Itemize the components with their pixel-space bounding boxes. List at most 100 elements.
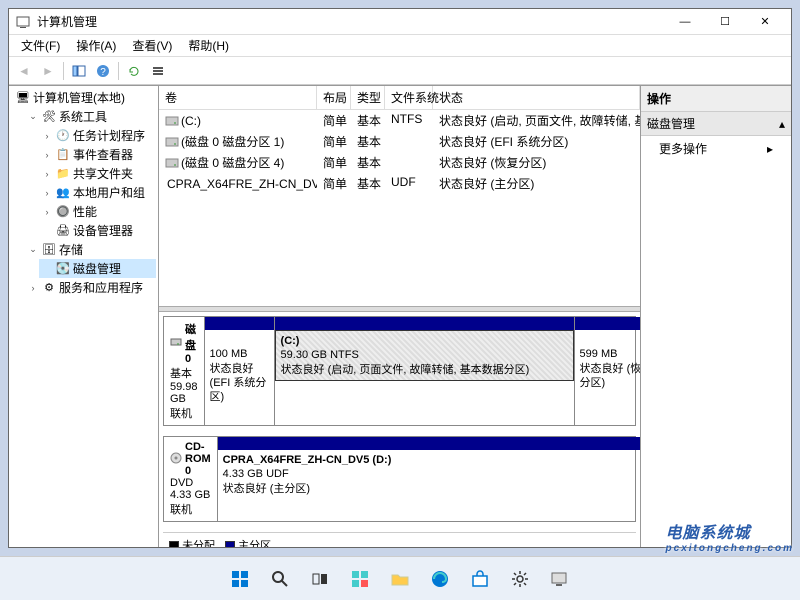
forward-button[interactable]: ► xyxy=(37,60,59,82)
tree-performance[interactable]: ›🔘性能 xyxy=(39,202,156,221)
titlebar[interactable]: 计算机管理 — ☐ ✕ xyxy=(9,9,791,35)
submenu-icon: ▸ xyxy=(767,142,773,156)
computer-icon: 🖥 xyxy=(15,91,31,105)
menu-view[interactable]: 查看(V) xyxy=(124,35,180,56)
menu-file[interactable]: 文件(F) xyxy=(13,35,68,56)
help-button[interactable]: ? xyxy=(92,60,114,82)
partition[interactable]: CPRA_X64FRE_ZH-CN_DV5 (D:)4.33 GB UDF状态良… xyxy=(218,437,640,521)
nav-tree-pane: 🖥计算机管理(本地) ⌄🛠系统工具 ›🕐任务计划程序 ›📋事件查看器 ›📁共享文… xyxy=(9,86,159,547)
expand-icon[interactable]: › xyxy=(27,283,39,293)
center-pane: 卷 布局 类型 文件系统 状态 (C:)简单基本NTFS状态良好 (启动, 页面… xyxy=(159,86,641,547)
search-icon[interactable] xyxy=(263,562,297,596)
col-type[interactable]: 类型 xyxy=(351,86,385,109)
tree-local-users[interactable]: ›👥本地用户和组 xyxy=(39,183,156,202)
start-button[interactable] xyxy=(223,562,257,596)
show-hide-tree-button[interactable] xyxy=(68,60,90,82)
refresh-button[interactable] xyxy=(123,60,145,82)
expand-icon[interactable]: › xyxy=(41,207,53,217)
settings-list-button[interactable] xyxy=(147,60,169,82)
tree-device-manager[interactable]: 🖨设备管理器 xyxy=(39,221,156,240)
volume-row[interactable]: (磁盘 0 磁盘分区 1)简单基本状态良好 (EFI 系统分区) xyxy=(159,131,640,152)
partition[interactable]: 599 MB状态良好 (恢复分区) xyxy=(575,317,640,425)
partition-stripe xyxy=(205,317,274,330)
back-button[interactable]: ◄ xyxy=(13,60,35,82)
perf-icon: 🔘 xyxy=(55,205,71,219)
body-panes: 🖥计算机管理(本地) ⌄🛠系统工具 ›🕐任务计划程序 ›📋事件查看器 ›📁共享文… xyxy=(9,85,791,547)
tree-shared-folders[interactable]: ›📁共享文件夹 xyxy=(39,164,156,183)
drive-icon xyxy=(165,115,179,127)
settings-icon[interactable] xyxy=(503,562,537,596)
volume-row[interactable]: (磁盘 0 磁盘分区 4)简单基本状态良好 (恢复分区) xyxy=(159,152,640,173)
actions-pane: 操作 磁盘管理▴ 更多操作▸ xyxy=(641,86,791,547)
services-icon: ⚙ xyxy=(41,281,57,295)
collapse-icon[interactable]: ⌄ xyxy=(27,111,39,122)
minimize-button[interactable]: — xyxy=(665,9,705,35)
tree-root[interactable]: 🖥计算机管理(本地) xyxy=(11,88,156,107)
expand-icon[interactable]: › xyxy=(41,131,53,141)
volume-row[interactable]: (C:)简单基本NTFS状态良好 (启动, 页面文件, 故障转储, 基本数据分区… xyxy=(159,110,640,131)
users-icon: 👥 xyxy=(55,186,71,200)
close-button[interactable]: ✕ xyxy=(745,9,785,35)
device-icon: 🖨 xyxy=(55,224,71,238)
tools-icon: 🛠 xyxy=(41,110,57,124)
tree-task-scheduler[interactable]: ›🕐任务计划程序 xyxy=(39,126,156,145)
edge-icon[interactable] xyxy=(423,562,457,596)
expand-icon[interactable]: › xyxy=(41,169,53,179)
collapse-icon[interactable]: ⌄ xyxy=(27,244,39,255)
disk-info[interactable]: CD-ROM 0DVD4.33 GB联机 xyxy=(164,437,218,521)
expand-icon[interactable]: › xyxy=(41,188,53,198)
mmc-running-icon[interactable] xyxy=(543,562,577,596)
menu-action[interactable]: 操作(A) xyxy=(68,35,124,56)
event-icon: 📋 xyxy=(55,148,71,162)
actions-section[interactable]: 磁盘管理▴ xyxy=(641,112,791,136)
drive-icon xyxy=(165,157,179,169)
tree-event-viewer[interactable]: ›📋事件查看器 xyxy=(39,145,156,164)
folder-icon: 📁 xyxy=(55,167,71,181)
partition[interactable]: 100 MB状态良好 (EFI 系统分区) xyxy=(205,317,275,425)
tree-storage[interactable]: ⌄🗄存储 xyxy=(25,240,156,259)
app-icon xyxy=(15,14,31,30)
window-title: 计算机管理 xyxy=(37,13,97,30)
action-more[interactable]: 更多操作▸ xyxy=(641,136,791,161)
svg-text:?: ? xyxy=(100,67,106,78)
disk-row: 磁盘 0基本59.98 GB联机100 MB状态良好 (EFI 系统分区)(C:… xyxy=(163,316,636,426)
widgets-icon[interactable] xyxy=(343,562,377,596)
col-status[interactable]: 状态 xyxy=(433,86,640,109)
collapse-icon: ▴ xyxy=(779,117,785,131)
store-icon[interactable] xyxy=(463,562,497,596)
volume-header: 卷 布局 类型 文件系统 状态 xyxy=(159,86,640,110)
partition-stripe xyxy=(218,437,640,450)
legend: 未分配 主分区 xyxy=(163,532,636,547)
menubar: 文件(F) 操作(A) 查看(V) 帮助(H) xyxy=(9,35,791,57)
watermark: 电脑系统城 pcxitongcheng.com xyxy=(666,519,794,554)
drive-icon xyxy=(170,336,182,351)
legend-unalloc-swatch xyxy=(169,541,179,547)
storage-icon: 🗄 xyxy=(41,243,57,257)
partition[interactable]: (C:)59.30 GB NTFS状态良好 (启动, 页面文件, 故障转储, 基… xyxy=(275,317,575,425)
tree-system-tools[interactable]: ⌄🛠系统工具 xyxy=(25,107,156,126)
legend-primary-swatch xyxy=(225,541,235,547)
disk-info[interactable]: 磁盘 0基本59.98 GB联机 xyxy=(164,317,205,425)
col-fs[interactable]: 文件系统 xyxy=(385,86,433,109)
volume-list[interactable]: 卷 布局 类型 文件系统 状态 (C:)简单基本NTFS状态良好 (启动, 页面… xyxy=(159,86,640,306)
explorer-icon[interactable] xyxy=(383,562,417,596)
taskview-icon[interactable] xyxy=(303,562,337,596)
taskbar[interactable] xyxy=(0,556,800,600)
tree-services-apps[interactable]: ›⚙服务和应用程序 xyxy=(25,278,156,297)
clock-icon: 🕐 xyxy=(55,129,71,143)
drive-icon xyxy=(170,452,182,467)
partition-stripe xyxy=(575,317,640,330)
col-layout[interactable]: 布局 xyxy=(317,86,351,109)
drive-icon xyxy=(165,136,179,148)
maximize-button[interactable]: ☐ xyxy=(705,9,745,35)
toolbar: ◄ ► ? xyxy=(9,57,791,85)
col-volume[interactable]: 卷 xyxy=(159,86,317,109)
disk-graphical-pane: 磁盘 0基本59.98 GB联机100 MB状态良好 (EFI 系统分区)(C:… xyxy=(159,312,640,547)
expand-icon[interactable]: › xyxy=(41,150,53,160)
volume-row[interactable]: CPRA_X64FRE_ZH-CN_DV5 (D:)简单基本UDF状态良好 (主… xyxy=(159,173,640,194)
tree-disk-management[interactable]: 💽磁盘管理 xyxy=(39,259,156,278)
partition-stripe xyxy=(275,317,574,330)
disk-icon: 💽 xyxy=(55,262,71,276)
menu-help[interactable]: 帮助(H) xyxy=(180,35,237,56)
disk-row: CD-ROM 0DVD4.33 GB联机CPRA_X64FRE_ZH-CN_DV… xyxy=(163,436,636,522)
